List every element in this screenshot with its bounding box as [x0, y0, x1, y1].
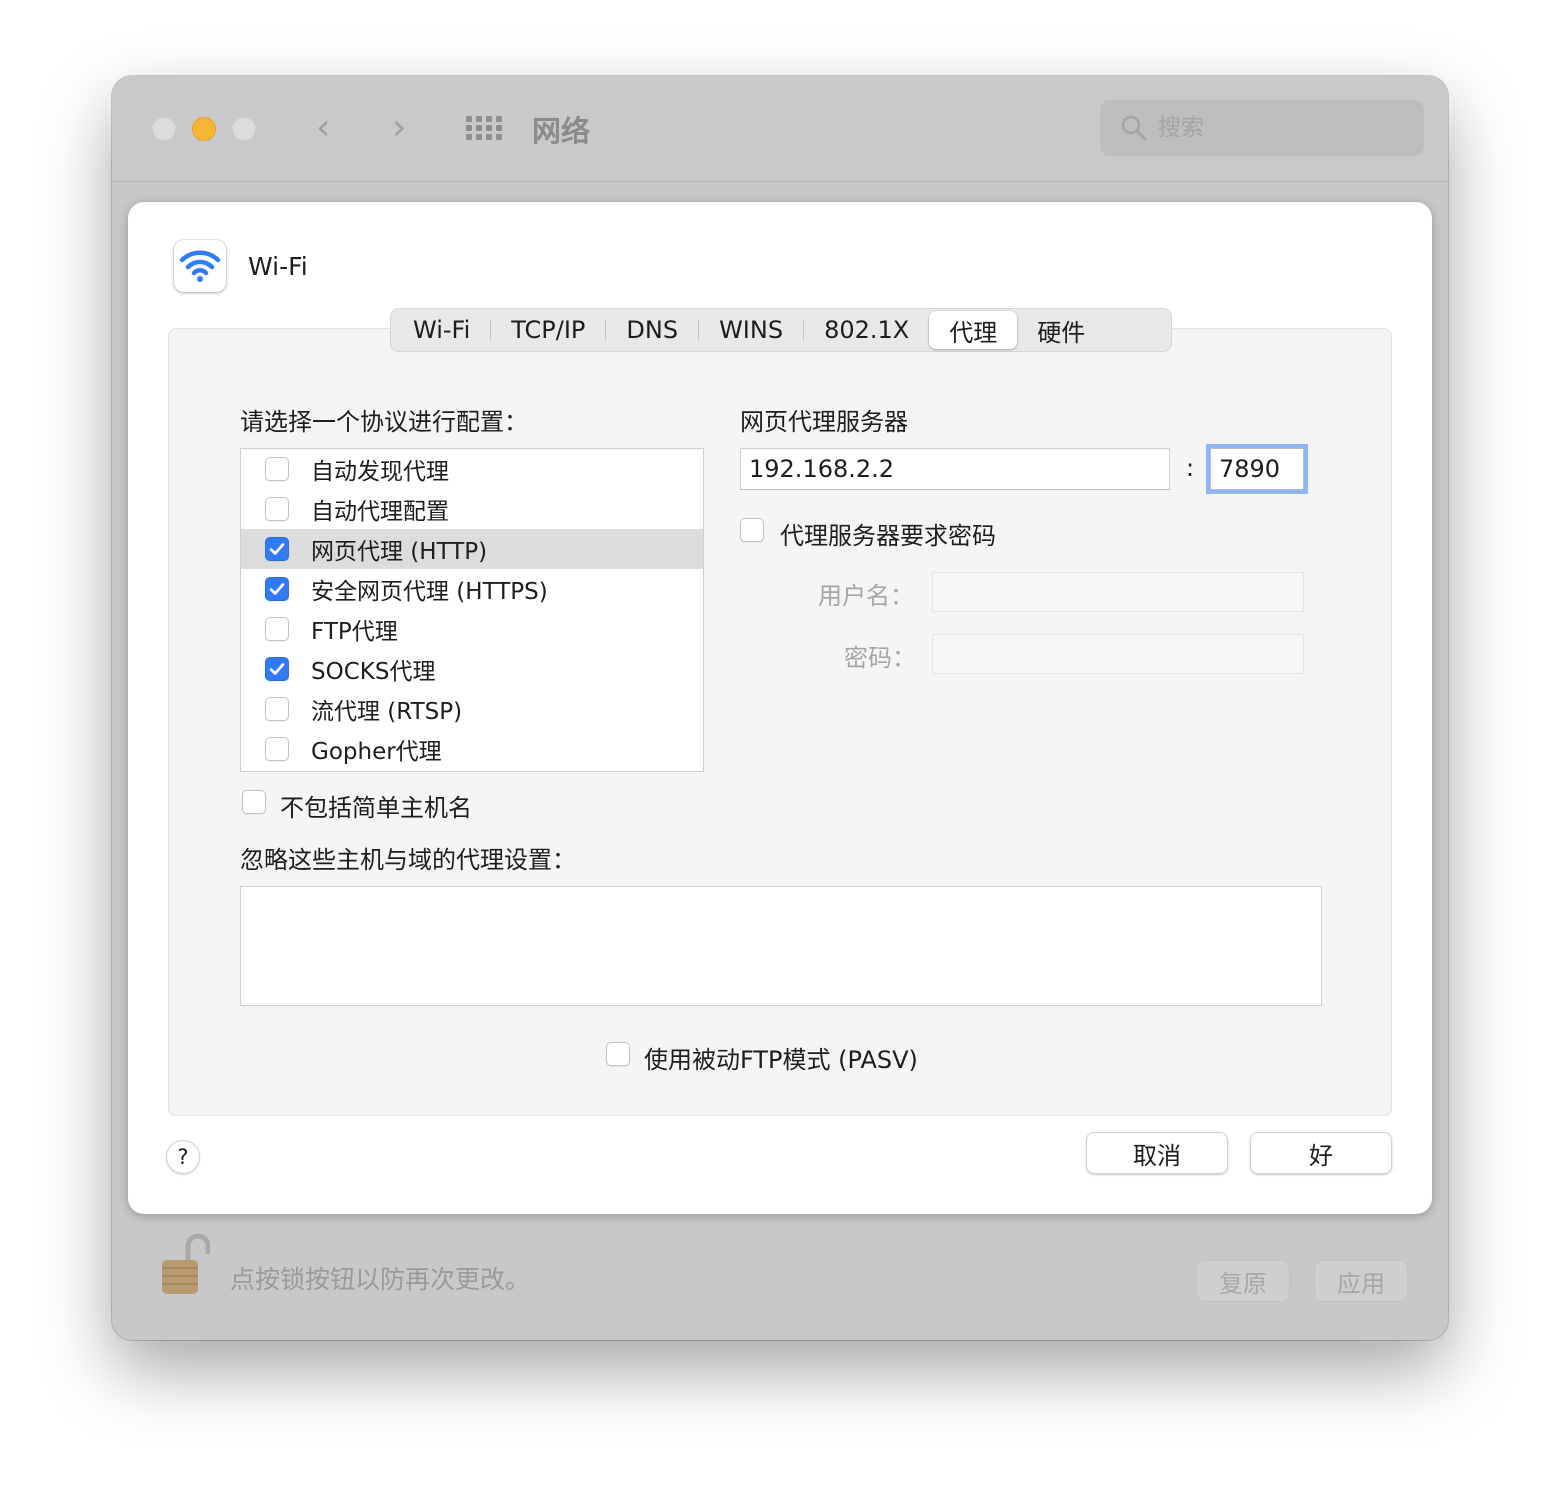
minimize-window-button[interactable] [192, 117, 216, 141]
tab-proxies[interactable]: 代理 [929, 311, 1018, 349]
protocol-label: 流代理 (RTSP) [311, 699, 463, 725]
rtsp-proxy-checkbox[interactable] [265, 697, 289, 721]
protocol-label: 网页代理 (HTTP) [311, 539, 488, 565]
checkmark-icon [269, 543, 285, 555]
list-item[interactable]: 自动代理配置 [241, 489, 703, 529]
protocol-prompt: 请选择一个协议进行配置： [240, 408, 528, 436]
lock-hint-text: 点按锁按钮以防再次更改。 [230, 1265, 531, 1294]
bypass-label: 忽略这些主机与域的代理设置： [240, 846, 576, 874]
list-item[interactable]: 自动发现代理 [241, 449, 703, 489]
exclude-simple-hostnames-label: 不包括简单主机名 [280, 794, 472, 822]
show-all-grid-icon[interactable] [466, 116, 502, 140]
require-password-checkbox[interactable] [740, 518, 764, 542]
list-item[interactable]: 网页代理 (HTTP) [241, 529, 703, 569]
checkmark-icon [269, 663, 285, 675]
tab-8021x[interactable]: 802.1X [804, 311, 929, 349]
server-heading: 网页代理服务器 [740, 408, 908, 436]
passive-ftp-label: 使用被动FTP模式 (PASV) [644, 1046, 918, 1074]
protocol-label: 自动代理配置 [311, 499, 449, 525]
window-title: 网络 [532, 114, 591, 148]
protocol-label: Gopher代理 [311, 739, 442, 765]
close-window-button[interactable] [152, 117, 176, 141]
protocol-label: 自动发现代理 [311, 459, 449, 485]
tab-tcpip[interactable]: TCP/IP [491, 311, 605, 349]
gopher-proxy-checkbox[interactable] [265, 737, 289, 761]
proxy-port-field[interactable] [1210, 448, 1304, 490]
tab-hardware[interactable]: 硬件 [1017, 311, 1105, 349]
checkmark-icon [269, 583, 285, 595]
tab-dns[interactable]: DNS [606, 311, 698, 349]
username-field[interactable] [932, 572, 1304, 612]
tab-wifi[interactable]: Wi-Fi [393, 311, 490, 349]
ok-button[interactable]: 好 [1250, 1132, 1392, 1174]
proxy-settings-sheet: Wi-Fi Wi-Fi TCP/IP DNS WINS 802.1X 代理 硬件… [128, 202, 1432, 1214]
password-field[interactable] [932, 634, 1304, 674]
tab-bar: Wi-Fi TCP/IP DNS WINS 802.1X 代理 硬件 [390, 308, 1172, 352]
tab-wins[interactable]: WINS [699, 311, 803, 349]
password-label: 密码： [844, 644, 916, 672]
ftp-proxy-checkbox[interactable] [265, 617, 289, 641]
username-label: 用户名： [818, 582, 914, 610]
list-item[interactable]: 流代理 (RTSP) [241, 689, 703, 729]
https-proxy-checkbox[interactable] [265, 577, 289, 601]
auto-config-checkbox[interactable] [265, 497, 289, 521]
protocol-list: 自动发现代理 自动代理配置 网页代理 (HTTP) 安全网页代理 (HTTPS)… [240, 448, 704, 772]
zoom-window-button[interactable] [232, 117, 256, 141]
interface-name: Wi-Fi [248, 252, 308, 281]
search-input[interactable] [1158, 110, 1408, 146]
passive-ftp-checkbox[interactable] [606, 1042, 630, 1066]
exclude-simple-hostnames-checkbox[interactable] [242, 790, 266, 814]
help-button[interactable]: ? [166, 1140, 200, 1174]
auto-discovery-checkbox[interactable] [265, 457, 289, 481]
search-field[interactable] [1100, 100, 1424, 156]
socks-proxy-checkbox[interactable] [265, 657, 289, 681]
list-item[interactable]: 安全网页代理 (HTTPS) [241, 569, 703, 609]
list-item[interactable]: Gopher代理 [241, 729, 703, 769]
proxy-server-field[interactable] [740, 448, 1170, 490]
wifi-icon [174, 240, 226, 292]
require-password-label: 代理服务器要求密码 [780, 522, 996, 550]
protocol-label: FTP代理 [311, 619, 398, 645]
forward-chevron-icon[interactable]: › [392, 110, 406, 146]
list-item[interactable]: SOCKS代理 [241, 649, 703, 689]
protocol-label: 安全网页代理 (HTTPS) [311, 579, 548, 605]
title-bar: ‹ › 网络 [112, 76, 1448, 182]
port-separator: : [1186, 454, 1195, 482]
revert-button[interactable]: 复原 [1196, 1260, 1290, 1302]
cancel-button[interactable]: 取消 [1086, 1132, 1228, 1174]
back-chevron-icon[interactable]: ‹ [316, 110, 330, 146]
http-proxy-checkbox[interactable] [265, 537, 289, 561]
lock-open-icon[interactable] [158, 1232, 210, 1298]
search-icon [1121, 115, 1147, 141]
apply-button[interactable]: 应用 [1314, 1260, 1408, 1302]
protocol-label: SOCKS代理 [311, 659, 436, 685]
list-item[interactable]: FTP代理 [241, 609, 703, 649]
bypass-hosts-field[interactable] [240, 886, 1322, 1006]
